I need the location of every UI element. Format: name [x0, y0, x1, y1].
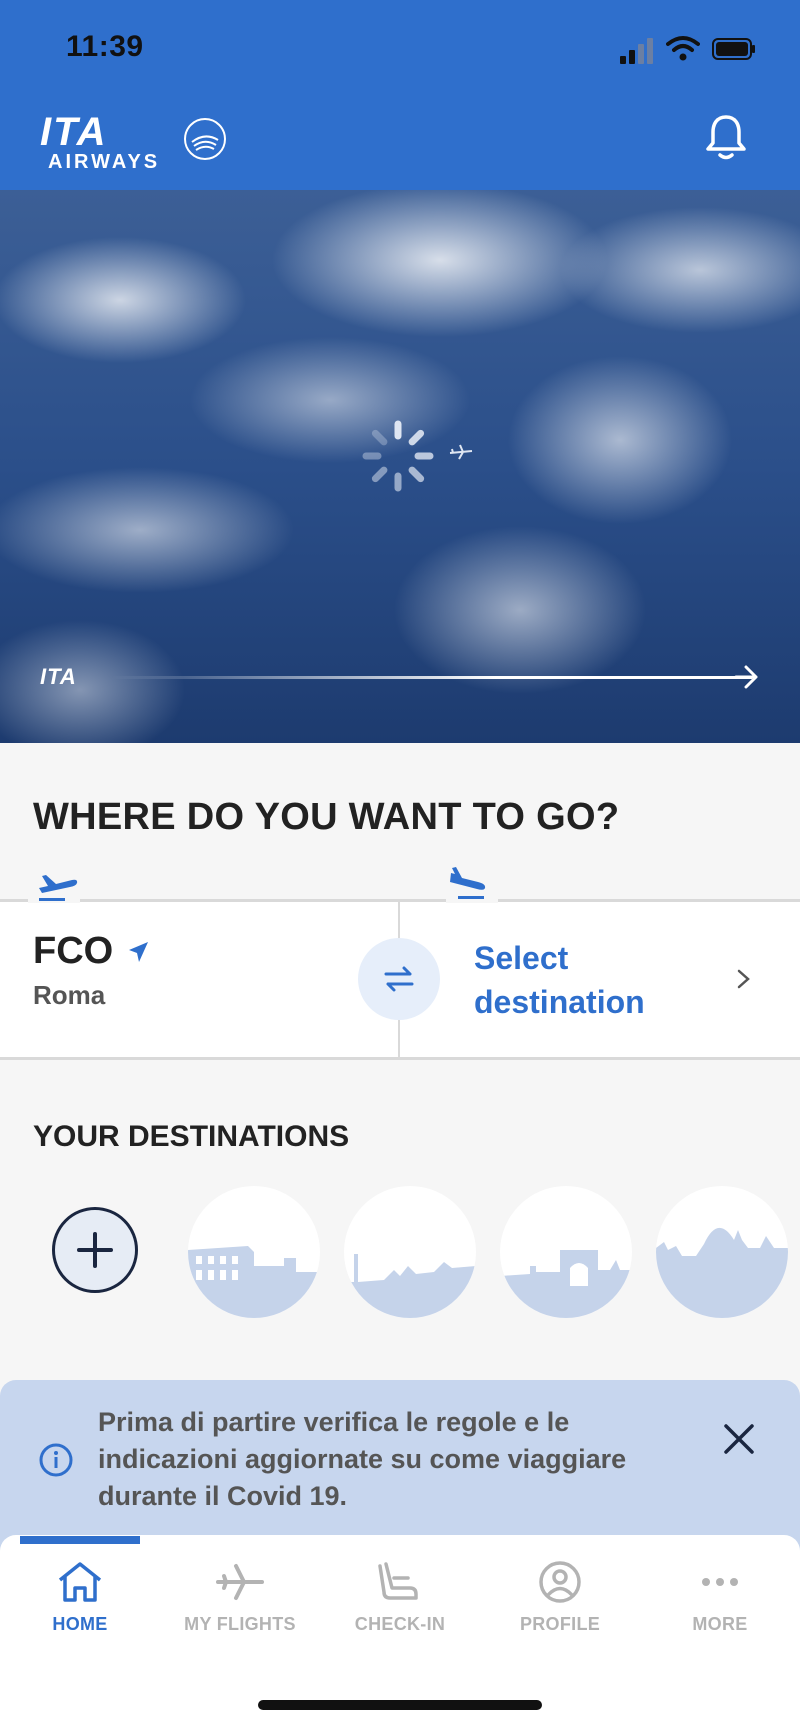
tab-more-label: MORE — [692, 1614, 748, 1634]
logo-subtext: AIRWAYS — [48, 151, 161, 173]
home-indicator — [258, 1700, 542, 1710]
covid-banner-text: Prima di partire verifica le regole e le… — [98, 1407, 627, 1511]
origin-city[interactable]: Roma — [33, 980, 105, 1011]
seat-icon — [378, 1562, 418, 1600]
select-destination-button[interactable]: Select destination — [474, 936, 694, 1024]
swap-route-button[interactable] — [358, 938, 440, 1020]
departure-plane-icon — [39, 875, 78, 901]
hero-banner[interactable]: ITA — [0, 190, 800, 743]
colosseum-skyline-icon — [188, 1246, 320, 1318]
chevron-right-icon — [737, 969, 750, 989]
logo-text: ITA — [40, 110, 108, 154]
destination-dome[interactable] — [656, 1186, 788, 1318]
airplane-icon — [216, 1564, 264, 1600]
wifi-icon — [666, 36, 700, 61]
city-skyline-icon — [344, 1254, 476, 1318]
battery-icon — [712, 38, 755, 60]
home-icon — [58, 1562, 102, 1602]
hero-divider-line — [112, 676, 752, 679]
tab-my-flights-label: MY FLIGHTS — [184, 1614, 296, 1634]
active-tab-indicator — [20, 1536, 140, 1544]
info-icon — [39, 1443, 73, 1477]
airplane-icon — [449, 444, 473, 460]
swap-arrows-icon — [384, 966, 414, 992]
arrow-right-icon[interactable] — [734, 664, 758, 690]
tab-home[interactable]: HOME — [0, 1560, 160, 1650]
destination-colosseum[interactable] — [188, 1186, 320, 1318]
tab-home-label: HOME — [52, 1614, 108, 1634]
plus-icon — [77, 1232, 113, 1268]
tab-my-flights[interactable]: MY FLIGHTS — [160, 1560, 320, 1650]
bell-icon[interactable] — [704, 112, 748, 162]
tab-check-in[interactable]: CHECK-IN — [320, 1560, 480, 1650]
your-destinations-title: YOUR DESTINATIONS — [33, 1120, 350, 1153]
close-icon[interactable] — [722, 1422, 756, 1456]
destination-arch[interactable] — [500, 1186, 632, 1318]
dome-skyline-icon — [656, 1227, 788, 1318]
status-time: 11:39 — [66, 30, 144, 63]
add-destination-button[interactable] — [52, 1207, 138, 1293]
arrival-plane-icon — [450, 867, 486, 899]
search-title: WHERE DO YOU WANT TO GO? — [33, 796, 620, 838]
tab-check-in-label: CHECK-IN — [354, 1614, 446, 1634]
user-circle-icon — [539, 1561, 581, 1603]
hero-logo-text: ITA — [40, 664, 77, 689]
tab-profile-label: PROFILE — [519, 1614, 601, 1634]
tab-more[interactable]: MORE — [640, 1560, 800, 1650]
location-arrow-icon — [129, 942, 148, 962]
more-dots-icon — [702, 1578, 738, 1586]
tab-profile[interactable]: PROFILE — [480, 1560, 640, 1650]
destination-city[interactable] — [344, 1186, 476, 1318]
loading-spinner-icon — [362, 420, 434, 492]
origin-code[interactable]: FCO — [33, 930, 113, 973]
cellular-signal-icon — [620, 38, 653, 64]
skyteam-logo-icon — [184, 118, 226, 160]
arch-skyline-icon — [500, 1250, 632, 1318]
ita-airways-logo: ITA AIRWAYS — [40, 112, 230, 172]
